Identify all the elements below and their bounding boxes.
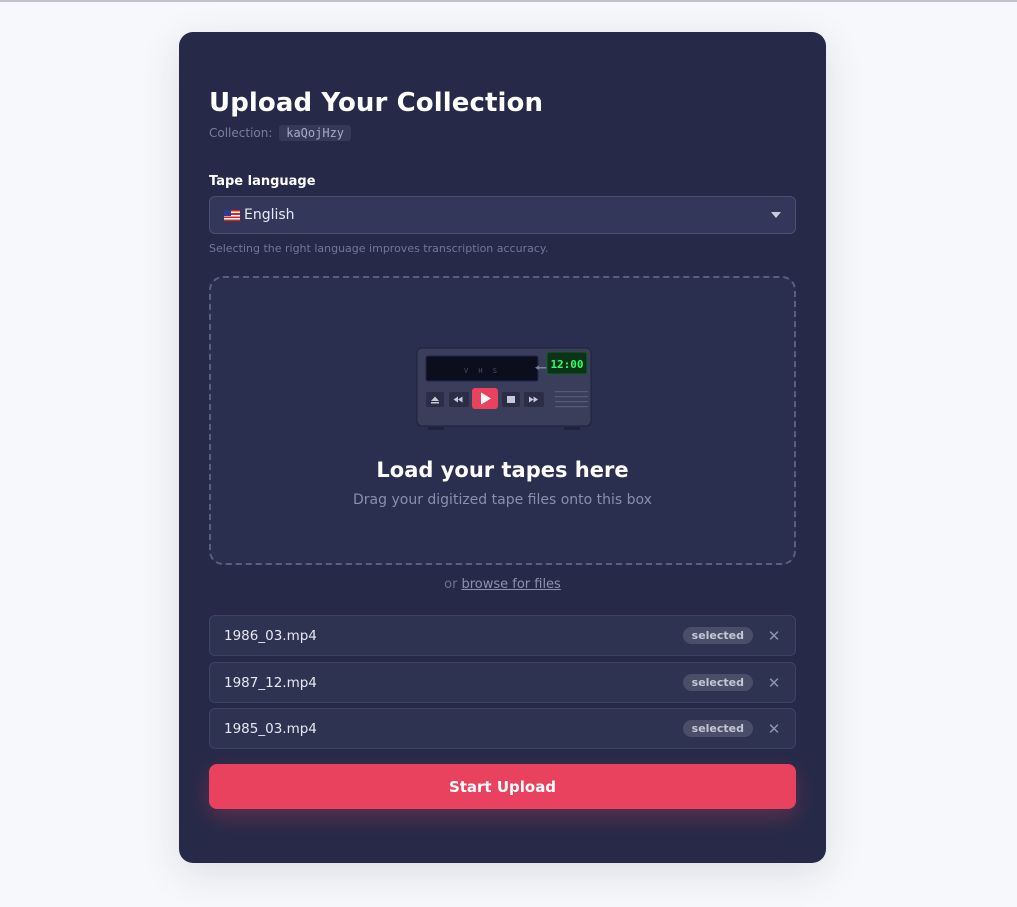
- status-badge: selected: [682, 627, 753, 644]
- browse-files-link[interactable]: browse for files: [461, 577, 560, 592]
- file-row: 1986_03.mp4 selected ✕: [209, 615, 796, 656]
- language-label: Tape language: [209, 174, 316, 189]
- file-dropzone[interactable]: V H S 12:00 Load your tapes here Drag yo…: [209, 276, 796, 565]
- chevron-down-icon: [771, 212, 781, 218]
- status-badge: selected: [682, 720, 753, 737]
- close-icon[interactable]: ✕: [767, 720, 781, 738]
- language-value: English: [244, 207, 295, 223]
- collection-label: Collection:: [209, 126, 273, 140]
- collection-info: Collection: kaQojHzy: [209, 125, 352, 141]
- browse-prefix: or: [444, 577, 458, 592]
- file-row: 1987_12.mp4 selected ✕: [209, 662, 796, 703]
- vcr-icon: V H S 12:00: [416, 347, 592, 430]
- file-name: 1987_12.mp4: [224, 674, 317, 691]
- file-name: 1985_03.mp4: [224, 720, 317, 737]
- start-upload-button[interactable]: Start Upload: [209, 764, 796, 809]
- vcr-brand-text: V H S: [464, 367, 500, 375]
- language-hint: Selecting the right language improves tr…: [209, 242, 549, 255]
- file-name: 1986_03.mp4: [224, 627, 317, 644]
- file-list: 1986_03.mp4 selected ✕ 1987_12.mp4 selec…: [209, 615, 796, 755]
- dropzone-title: Load your tapes here: [376, 458, 629, 482]
- close-icon[interactable]: ✕: [767, 674, 781, 692]
- close-icon[interactable]: ✕: [767, 627, 781, 645]
- language-select[interactable]: English: [209, 196, 796, 234]
- vcr-clock: 12:00: [550, 358, 583, 371]
- us-flag-icon: [224, 209, 240, 221]
- window-top-edge: [0, 0, 1017, 2]
- upload-card: Upload Your Collection Collection: kaQoj…: [179, 32, 826, 863]
- collection-code: kaQojHzy: [279, 125, 352, 141]
- page-title: Upload Your Collection: [209, 88, 544, 118]
- dropzone-subtitle: Drag your digitized tape files onto this…: [353, 492, 652, 508]
- file-row: 1985_03.mp4 selected ✕: [209, 708, 796, 749]
- status-badge: selected: [682, 674, 753, 691]
- browse-line: or browse for files: [179, 577, 826, 592]
